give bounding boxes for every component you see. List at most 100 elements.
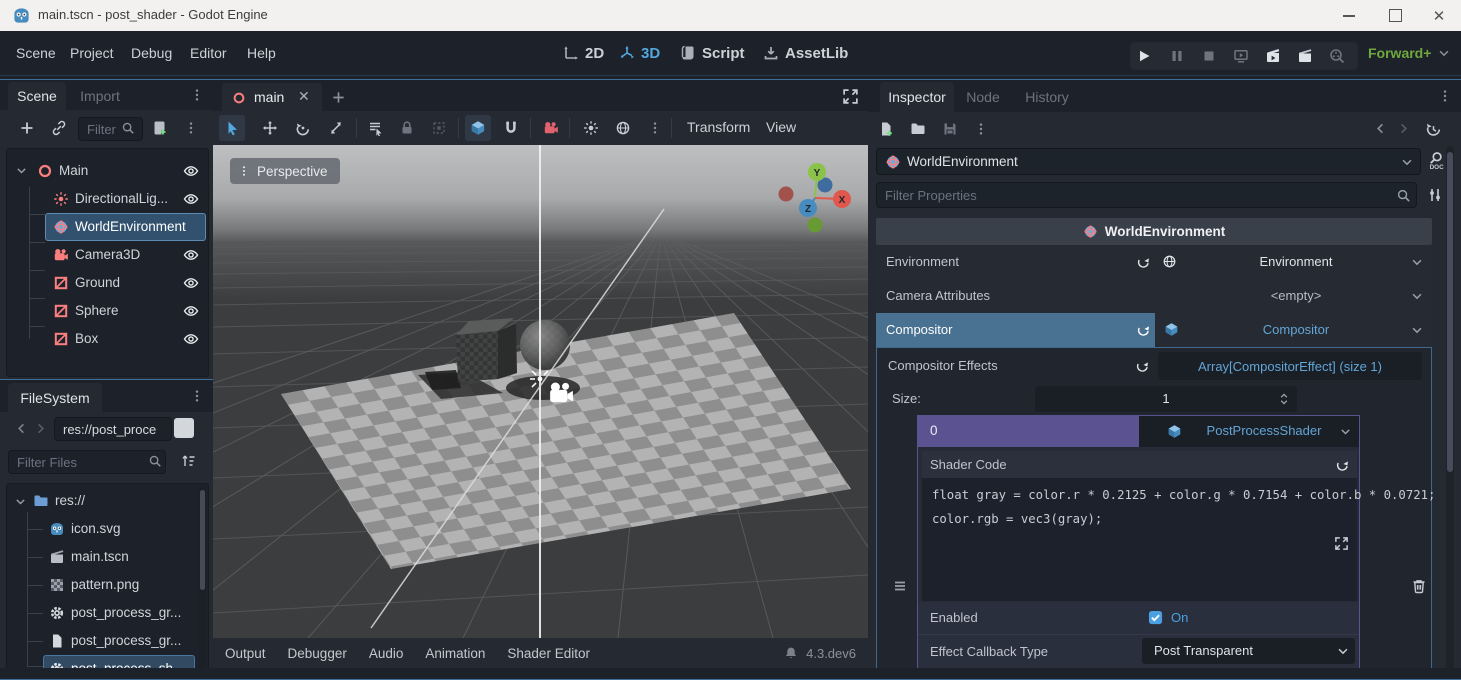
- open-docs-icon[interactable]: [1426, 151, 1445, 170]
- scrollbar-track[interactable]: [199, 486, 206, 680]
- sort-files-icon[interactable]: [180, 453, 196, 469]
- add-node-button[interactable]: [19, 120, 35, 136]
- menu-editor[interactable]: Editor: [190, 31, 227, 75]
- remote-debug-icon[interactable]: [1233, 48, 1249, 64]
- inspector-menu-icon[interactable]: [1438, 89, 1452, 103]
- minimize-button[interactable]: [1334, 0, 1364, 31]
- menu-scene[interactable]: Scene: [16, 31, 56, 75]
- viewport-3d[interactable]: Y X Z Perspective: [213, 145, 868, 638]
- renderer-selector[interactable]: Forward+: [1368, 31, 1451, 75]
- attach-script-button[interactable]: [151, 120, 167, 136]
- spinner-updown-icon[interactable]: [1277, 392, 1291, 406]
- visibility-eye-icon[interactable]: [183, 275, 199, 291]
- tree-row-directionallight[interactable]: DirectionalLig...: [7, 185, 208, 213]
- file-preview-button[interactable]: [174, 418, 194, 438]
- property-row-compositor-effects[interactable]: Compositor Effects Array[CompositorEffec…: [877, 350, 1430, 382]
- array-value-button[interactable]: Array[CompositorEffect] (size 1): [1158, 352, 1422, 380]
- tab-history[interactable]: History: [1018, 82, 1076, 112]
- resource-menu-icon[interactable]: [974, 122, 988, 136]
- revert-icon[interactable]: [1136, 322, 1151, 337]
- menu-debug[interactable]: Debug: [131, 31, 172, 75]
- property-row-compositor[interactable]: Compositor Compositor: [876, 313, 1432, 347]
- reorder-handle-icon[interactable]: [892, 578, 908, 594]
- property-row-size[interactable]: Size: 1: [877, 383, 1430, 415]
- view-menu[interactable]: View: [766, 119, 796, 135]
- shader-code-editor[interactable]: float gray = color.r * 0.2125 + color.g …: [922, 478, 1357, 601]
- panel-animation[interactable]: Animation: [425, 646, 485, 661]
- tree-row-main[interactable]: Main: [7, 157, 208, 185]
- property-row-enabled[interactable]: Enabled On: [918, 602, 1359, 635]
- scene-tree-menu-icon[interactable]: [184, 121, 198, 135]
- revert-icon[interactable]: [1135, 358, 1150, 373]
- perspective-button[interactable]: Perspective: [230, 158, 340, 184]
- inspector-scrollbar-thumb[interactable]: [1447, 152, 1453, 472]
- camera-preview-icon[interactable]: [543, 120, 559, 136]
- property-row-effect-callback-type[interactable]: Effect Callback Type Post Transparent: [918, 635, 1359, 668]
- workspace-2d[interactable]: 2D: [563, 31, 604, 75]
- checkbox-checked-icon[interactable]: [1148, 610, 1163, 625]
- rotate-tool-icon[interactable]: [295, 120, 311, 136]
- workspace-assetlib[interactable]: AssetLib: [763, 31, 848, 75]
- property-row-camera-attributes[interactable]: Camera Attributes <empty>: [876, 279, 1432, 314]
- object-selector[interactable]: WorldEnvironment: [876, 148, 1421, 175]
- collapse-chevron-icon[interactable]: [14, 495, 27, 508]
- tab-filesystem[interactable]: FileSystem: [8, 383, 102, 412]
- movie-maker-icon[interactable]: [1329, 48, 1345, 64]
- object-history-icon[interactable]: [1425, 121, 1442, 138]
- history-back-icon[interactable]: [1373, 121, 1388, 136]
- workspace-script[interactable]: Script: [680, 31, 745, 75]
- tree-row-sphere[interactable]: Sphere: [7, 297, 208, 325]
- tab-import[interactable]: Import: [70, 82, 130, 110]
- path-input[interactable]: [54, 417, 172, 441]
- panel-audio[interactable]: Audio: [369, 646, 404, 661]
- expand-code-icon[interactable]: [1334, 536, 1349, 551]
- file-row-root[interactable]: res://: [7, 487, 208, 515]
- play-custom-scene-button[interactable]: [1297, 48, 1313, 64]
- workspace-3d[interactable]: 3D: [619, 31, 660, 75]
- size-spinner[interactable]: 1: [1035, 386, 1297, 412]
- move-tool-icon[interactable]: [262, 120, 278, 136]
- filesystem-menu-icon[interactable]: [190, 389, 204, 403]
- load-resource-button[interactable]: [910, 121, 926, 137]
- close-tab-icon[interactable]: ✕: [298, 88, 310, 105]
- play-scene-button[interactable]: [1265, 48, 1281, 64]
- tree-row-worldenvironment[interactable]: WorldEnvironment: [7, 213, 208, 241]
- stop-button[interactable]: [1201, 48, 1217, 64]
- group-icon[interactable]: [431, 120, 447, 136]
- property-row-environment[interactable]: Environment Environment: [876, 245, 1432, 280]
- nav-forward-icon[interactable]: [33, 421, 48, 436]
- visibility-eye-icon[interactable]: [183, 331, 199, 347]
- inspector-scrollbar-track[interactable]: [1446, 146, 1454, 669]
- history-forward-icon[interactable]: [1396, 121, 1411, 136]
- snap-magnet-icon[interactable]: [503, 120, 519, 136]
- tab-node[interactable]: Node: [960, 82, 1006, 112]
- transform-menu[interactable]: Transform: [687, 119, 750, 135]
- save-resource-button[interactable]: [942, 121, 958, 137]
- ruler-mode-icon[interactable]: [470, 120, 486, 136]
- tree-row-camera3d[interactable]: Camera3D: [7, 241, 208, 269]
- filter-properties-input[interactable]: [876, 182, 1417, 208]
- element-index-header[interactable]: 0: [918, 416, 1139, 447]
- play-button[interactable]: [1136, 48, 1152, 64]
- callback-type-dropdown[interactable]: Post Transparent: [1142, 638, 1355, 664]
- delete-element-icon[interactable]: [1411, 578, 1427, 594]
- scale-tool-icon[interactable]: [328, 120, 344, 136]
- revert-icon[interactable]: [1335, 457, 1350, 472]
- nav-back-icon[interactable]: [14, 421, 29, 436]
- panel-debugger[interactable]: Debugger: [288, 646, 347, 661]
- visibility-eye-icon[interactable]: [183, 247, 199, 263]
- lock-icon[interactable]: [399, 120, 415, 136]
- new-scene-tab-icon[interactable]: [331, 90, 346, 105]
- file-row-iconsvg[interactable]: icon.svg: [7, 515, 208, 543]
- file-row-maintscn[interactable]: main.tscn: [7, 543, 208, 571]
- tab-scene[interactable]: Scene: [8, 82, 66, 110]
- menu-help[interactable]: Help: [247, 31, 276, 75]
- new-resource-button[interactable]: [878, 121, 894, 137]
- tree-row-box[interactable]: Box: [7, 325, 208, 353]
- property-filter-icon[interactable]: [1427, 187, 1443, 203]
- tree-row-ground[interactable]: Ground: [7, 269, 208, 297]
- environment-settings-icon[interactable]: [615, 120, 631, 136]
- collapse-chevron-icon[interactable]: [15, 164, 28, 177]
- list-select-icon[interactable]: [367, 120, 383, 136]
- distraction-free-icon[interactable]: [842, 88, 859, 105]
